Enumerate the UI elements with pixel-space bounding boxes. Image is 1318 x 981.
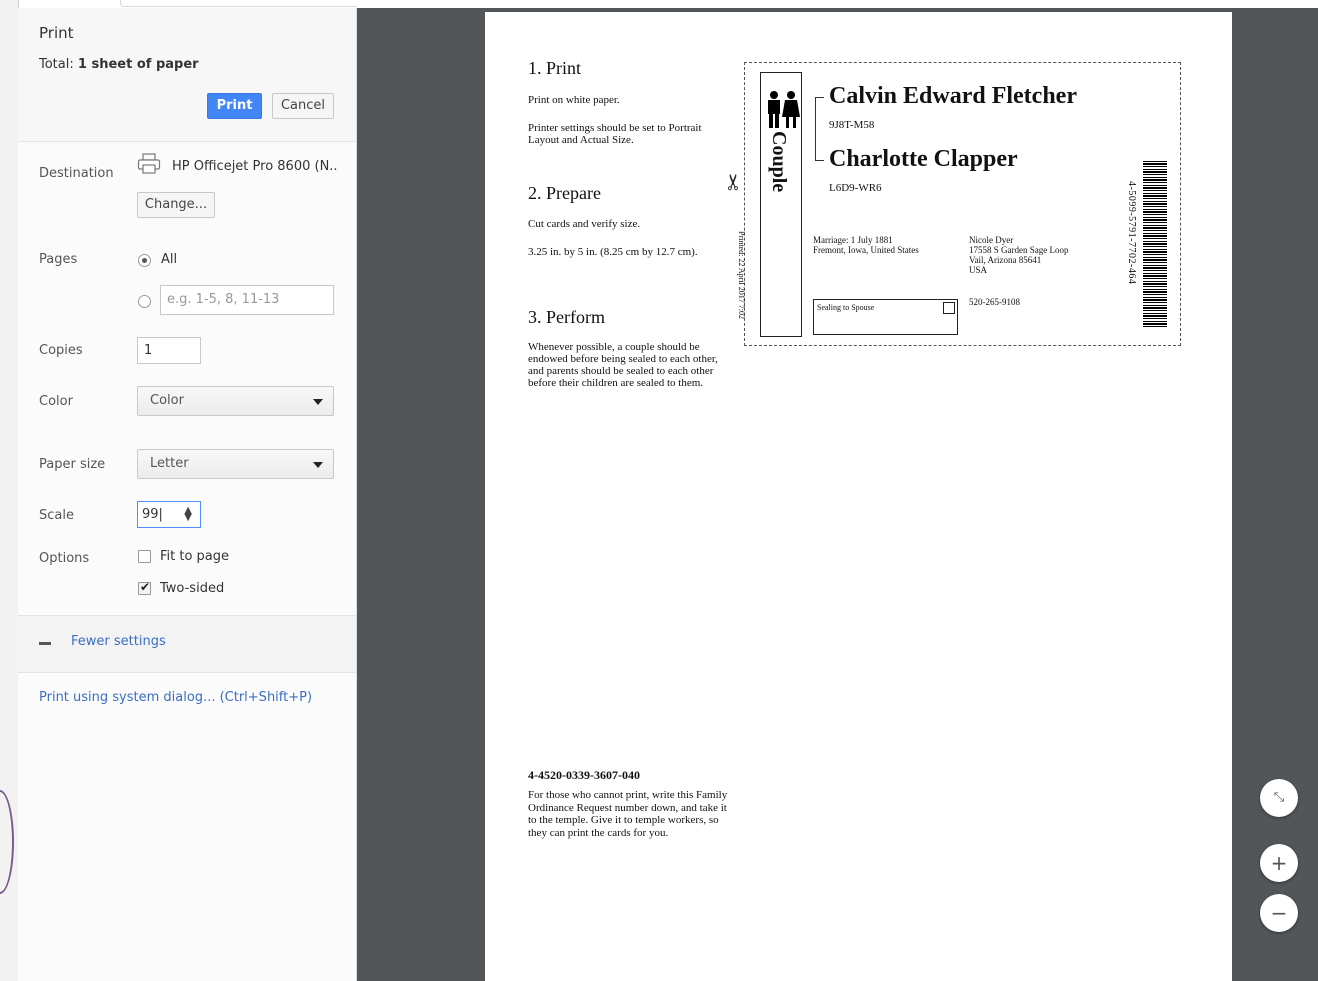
chevron-down-icon (313, 462, 323, 468)
sheet-total: Total: 1 sheet of paper (39, 57, 199, 72)
marriage-info: Marriage: 1 July 1881 Fremont, Iowa, Uni… (813, 235, 919, 255)
barcode (1143, 161, 1167, 329)
submitter-phone: 520-265-9108 (969, 297, 1020, 307)
fit-to-page-label: Fit to page (160, 549, 230, 564)
cancel-button[interactable]: Cancel (272, 93, 334, 119)
collapse-icon (39, 642, 51, 645)
decorative-arc (0, 790, 14, 894)
wife-id: L6D9-WR6 (829, 182, 882, 194)
color-select-value: Color (150, 393, 184, 408)
step3-text: Whenever possible, a couple should be en… (528, 341, 718, 389)
ordinance-card: ✂ Printed: 22 April 2017 7:02 Couple Cal… (721, 62, 1181, 346)
fewer-settings-link[interactable]: Fewer settings (71, 634, 166, 649)
system-dialog-link[interactable]: Print using system dialog... (Ctrl+Shift… (39, 690, 312, 705)
address-line: Nicole Dyer (969, 235, 1014, 245)
husband-id: 9J8T-M58 (829, 119, 875, 131)
paper-size-label: Paper size (39, 457, 106, 472)
zoom-in-button[interactable]: + (1260, 844, 1298, 882)
step1-title: 1. Print (528, 58, 582, 78)
change-destination-button[interactable]: Change... (137, 192, 215, 218)
fewer-settings-toggle[interactable]: Fewer settings (18, 615, 356, 673)
total-value: 1 sheet of paper (77, 57, 199, 72)
pages-all-label: All (161, 252, 178, 267)
chevron-down-icon (313, 399, 323, 405)
two-sided-label: Two-sided (160, 581, 225, 596)
scale-input[interactable]: 99| ▲ ▼ (137, 501, 201, 528)
printer-icon (137, 153, 161, 174)
husband-name: Calvin Edward Fletcher (829, 83, 1077, 109)
scale-label: Scale (39, 508, 74, 523)
couple-bracket (815, 97, 824, 161)
fit-to-page-checkbox[interactable] (138, 550, 151, 563)
pages-all-radio[interactable] (138, 254, 151, 267)
card-side-strip: Couple (760, 72, 802, 337)
couple-icon (768, 91, 800, 128)
two-sided-checkbox[interactable] (138, 580, 151, 595)
step1-settings-text: Printer settings should be set to Portra… (528, 122, 702, 146)
paper-size-select[interactable]: Letter (137, 449, 334, 479)
address-line: Vail, Arizona 85641 (969, 255, 1042, 265)
preview-page: 1. Print Print on white paper. Printer s… (485, 12, 1232, 981)
address-line: 17558 S Garden Sage Loop (969, 245, 1069, 255)
wife-name: Charlotte Clapper (829, 146, 1018, 172)
print-settings-sidebar: Print Total: 1 sheet of paper Print Canc… (18, 8, 357, 981)
barcode-number: 4-5099-5791-7702-464 (1126, 181, 1137, 285)
print-button[interactable]: Print (207, 93, 262, 119)
pages-range-input[interactable]: e.g. 1-5, 8, 11-13 (160, 285, 334, 315)
sealing-box: Sealing to Spouse (813, 299, 958, 335)
pages-range-placeholder: e.g. 1-5, 8, 11-13 (167, 292, 280, 307)
submitter-address: Nicole Dyer 17558 S Garden Sage Loop Vai… (969, 235, 1068, 275)
pages-label: Pages (39, 252, 78, 267)
printed-date: Printed: 22 April 2017 7:02 (737, 231, 746, 319)
fit-to-width-icon[interactable]: ⤡ (1260, 779, 1298, 817)
options-label: Options (39, 551, 90, 566)
ordinance-type: Couple (768, 131, 790, 193)
step2-text: Cut cards and verify size. (528, 218, 641, 230)
print-header: Print Total: 1 sheet of paper Print Canc… (18, 8, 356, 142)
color-select[interactable]: Color (137, 386, 334, 416)
copies-input[interactable]: 1 (137, 337, 201, 364)
pages-custom-radio[interactable] (138, 295, 151, 308)
background-window-edge (0, 0, 19, 981)
paper-size-select-value: Letter (150, 456, 189, 471)
spinner-arrows-icon[interactable]: ▲ ▼ (184, 506, 192, 523)
color-label: Color (39, 394, 73, 409)
total-label: Total: (39, 57, 74, 72)
preview-top-gap (357, 0, 1318, 8)
printer-name: HP Officejet Pro 8600 (N.. (172, 159, 338, 174)
zoom-out-button[interactable]: − (1260, 894, 1298, 932)
text-cursor: | (158, 507, 163, 522)
request-number: 4-4520-0339-3607-040 (528, 768, 640, 782)
request-instructions: For those who cannot print, write this F… (528, 789, 728, 839)
step3-title: 3. Perform (528, 307, 605, 327)
sealing-label: Sealing to Spouse (817, 303, 875, 312)
step2-title: 2. Prepare (528, 183, 601, 203)
marriage-date: Marriage: 1 July 1881 (813, 235, 893, 245)
step2-size-text: 3.25 in. by 5 in. (8.25 cm by 12.7 cm). (528, 246, 698, 258)
step1-text: Print on white paper. (528, 94, 620, 106)
dialog-title: Print (39, 24, 74, 42)
destination-label: Destination (39, 166, 114, 181)
scissors-icon: ✂ (721, 172, 747, 192)
sealing-checkbox (943, 302, 955, 314)
address-line: USA (969, 265, 988, 275)
scale-value: 99 (142, 507, 159, 522)
copies-label: Copies (39, 343, 83, 358)
marriage-place: Fremont, Iowa, United States (813, 245, 919, 255)
